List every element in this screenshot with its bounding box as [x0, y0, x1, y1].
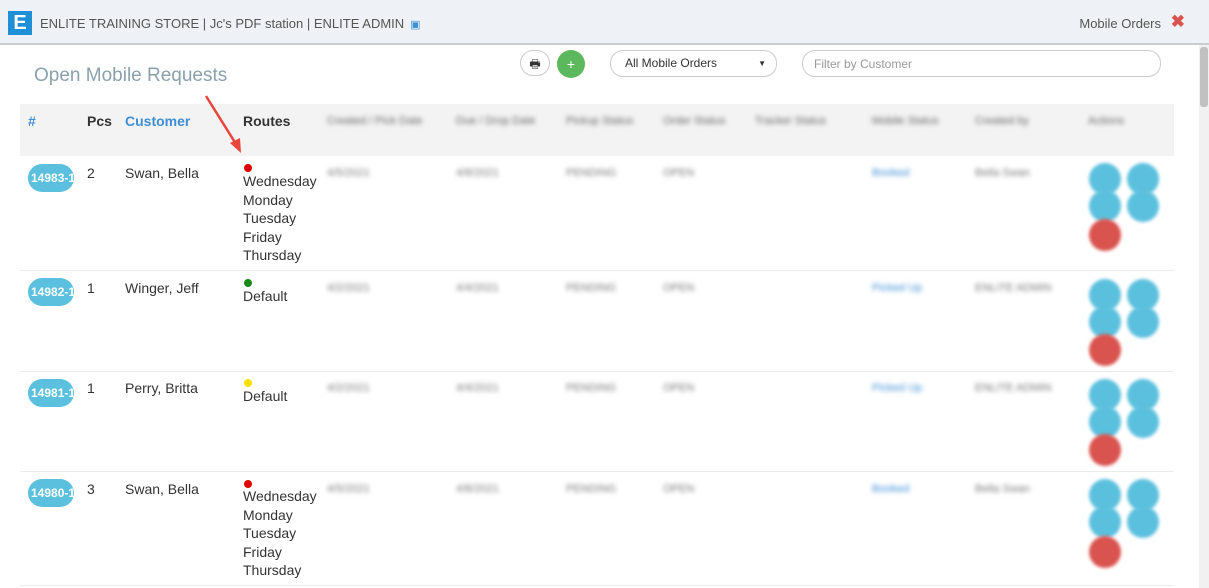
- edit-icon[interactable]: [1127, 306, 1159, 338]
- due-date: 4/4/2021: [456, 382, 499, 394]
- customer-name: Swan, Bella: [125, 165, 199, 181]
- route-days: Wednesday Monday Tuesday Friday Thursday: [243, 488, 317, 578]
- table-row[interactable]: 14982-1 1 Winger, Jeff Default 4/2/2021 …: [20, 270, 1174, 372]
- pieces-count: 3: [87, 481, 95, 497]
- column-header-created: Created / Pick Date: [327, 115, 423, 127]
- created-date: 4/2/2021: [327, 282, 370, 294]
- created-date: 4/2/2021: [327, 382, 370, 394]
- print-button[interactable]: 🖶: [520, 50, 550, 76]
- top-bar: E ENLITE TRAINING STORE | Jc's PDF stati…: [0, 0, 1209, 45]
- page-title: Open Mobile Requests: [34, 65, 228, 86]
- order-number-pill[interactable]: 14981-1: [28, 379, 74, 407]
- created-by: ENLITE ADMIN: [975, 282, 1052, 294]
- page-scrollbar[interactable]: [1199, 45, 1209, 588]
- due-date: 4/8/2021: [456, 483, 499, 495]
- table-row[interactable]: 14980-1 3 Swan, Bella Wednesday Monday T…: [20, 471, 1174, 586]
- pickup-status: PENDING: [566, 167, 617, 179]
- pieces-count: 2: [87, 165, 95, 181]
- eye-icon[interactable]: [1089, 506, 1121, 538]
- created-by: ENLITE ADMIN: [975, 382, 1052, 394]
- column-header-number[interactable]: #: [28, 113, 36, 129]
- mobile-orders-status-select[interactable]: All Mobile Orders ▼: [610, 50, 777, 77]
- mobile-status-link[interactable]: Picked Up: [872, 282, 922, 294]
- column-header-routes: Routes: [243, 113, 291, 129]
- status-dot-icon: [244, 164, 252, 172]
- column-header-tracker-status: Tracker Status: [755, 115, 827, 127]
- customer-name: Winger, Jeff: [125, 280, 199, 296]
- order-status: OPEN: [663, 382, 695, 394]
- column-header-created-by: Created by: [975, 115, 1029, 127]
- table-header-row: # Pcs Customer Routes Created / Pick Dat…: [20, 104, 1174, 156]
- eye-icon[interactable]: [1089, 190, 1121, 222]
- chevron-down-icon: ▼: [758, 59, 766, 68]
- created-date: 4/5/2021: [327, 167, 370, 179]
- column-header-actions: Actions: [1088, 115, 1125, 127]
- status-select-value: All Mobile Orders: [625, 56, 718, 70]
- edit-icon[interactable]: [1127, 406, 1159, 438]
- created-by: Bella Swan: [975, 167, 1031, 179]
- mobile-status-link[interactable]: Picked Up: [872, 382, 922, 394]
- due-date: 4/4/2021: [456, 282, 499, 294]
- table-row[interactable]: 14981-1 1 Perry, Britta Default 4/2/2021…: [20, 371, 1174, 472]
- app-title-text: ENLITE TRAINING STORE | Jc's PDF station…: [40, 16, 405, 31]
- column-header-customer[interactable]: Customer: [125, 113, 190, 129]
- mobile-status-link[interactable]: Booked: [872, 167, 909, 179]
- pickup-status: PENDING: [566, 382, 617, 394]
- trash-icon[interactable]: [1089, 334, 1121, 366]
- route-days: Default: [243, 388, 288, 404]
- close-icon[interactable]: ✖: [1171, 12, 1185, 32]
- column-header-order-status: Order Status: [663, 115, 726, 127]
- mobile-orders-label: Mobile Orders: [1079, 16, 1161, 31]
- enlite-logo-icon[interactable]: E: [8, 11, 32, 35]
- order-status: OPEN: [663, 282, 695, 294]
- add-order-button[interactable]: +: [557, 50, 585, 78]
- order-number-pill[interactable]: 14982-1: [28, 278, 74, 306]
- order-number-pill[interactable]: 14980-1: [28, 479, 74, 507]
- column-header-pickup-status: Pickup Status: [566, 115, 634, 127]
- customer-name: Perry, Britta: [125, 380, 198, 396]
- route-days: Wednesday Monday Tuesday Friday Thursday: [243, 173, 317, 263]
- customer-name: Swan, Bella: [125, 481, 199, 497]
- customer-filter-input[interactable]: [802, 50, 1161, 77]
- trash-icon[interactable]: [1089, 219, 1121, 251]
- print-icon: 🖶: [529, 57, 541, 71]
- plus-icon: +: [566, 56, 576, 72]
- order-number-pill[interactable]: 14983-1: [28, 164, 74, 192]
- column-header-mobile-status: Mobile Status: [872, 115, 939, 127]
- edit-icon[interactable]: [1127, 506, 1159, 538]
- trash-icon[interactable]: [1089, 536, 1121, 568]
- column-header-due: Due / Drop Date: [456, 115, 536, 127]
- mobile-status-link[interactable]: Booked: [872, 483, 909, 495]
- status-dot-icon: [244, 279, 252, 287]
- edit-icon[interactable]: [1127, 190, 1159, 222]
- pieces-count: 1: [87, 280, 95, 296]
- pieces-count: 1: [87, 380, 95, 396]
- status-dot-icon: [244, 379, 252, 387]
- table-row[interactable]: 14983-1 2 Swan, Bella Wednesday Monday T…: [20, 156, 1174, 271]
- id-card-icon[interactable]: ▣: [410, 18, 420, 31]
- column-header-pcs: Pcs: [87, 113, 112, 129]
- app-title: ENLITE TRAINING STORE | Jc's PDF station…: [40, 16, 421, 31]
- order-status: OPEN: [663, 483, 695, 495]
- pickup-status: PENDING: [566, 483, 617, 495]
- pickup-status: PENDING: [566, 282, 617, 294]
- scrollbar-thumb[interactable]: [1200, 47, 1208, 107]
- route-days: Default: [243, 288, 288, 304]
- created-date: 4/5/2021: [327, 483, 370, 495]
- trash-icon[interactable]: [1089, 434, 1121, 466]
- created-by: Bella Swan: [975, 483, 1031, 495]
- order-status: OPEN: [663, 167, 695, 179]
- due-date: 4/8/2021: [456, 167, 499, 179]
